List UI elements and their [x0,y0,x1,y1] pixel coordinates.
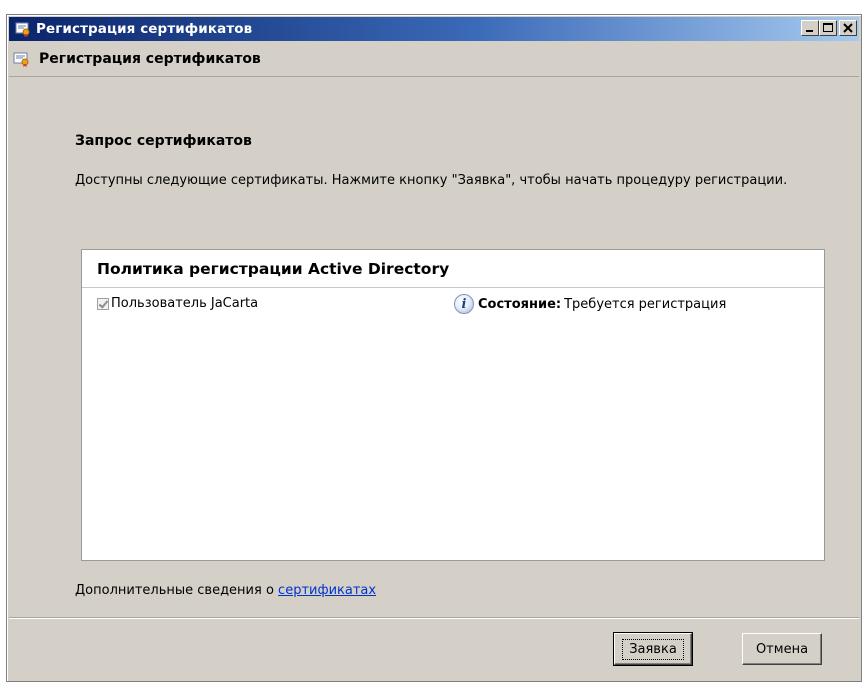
maximize-button[interactable] [819,20,837,36]
certificate-status: i Состояние: Требуется регистрация [454,294,726,314]
close-button[interactable] [839,20,857,36]
cancel-button-label: Отмена [755,641,809,657]
certificate-name: Пользователь JaCarta [111,296,259,311]
minimize-icon [806,30,813,32]
certificate-icon [13,51,29,67]
enroll-button[interactable]: Заявка [613,632,693,666]
divider [82,287,824,288]
certificate-list[interactable]: Политика регистрации Active Directory По… [81,249,825,561]
window-title: Регистрация сертификатов [36,21,253,37]
status-value: Требуется регистрация [564,296,727,312]
window-controls [801,20,857,36]
title-bar[interactable]: Регистрация сертификатов [9,17,859,41]
status-label: Состояние: [478,296,562,312]
section-title: Запрос сертификатов [75,133,252,149]
close-icon [843,23,853,33]
certificate-icon [15,21,31,37]
more-info: Дополнительные сведения о сертификатах [75,583,376,598]
policy-title: Политика регистрации Active Directory [97,260,450,278]
cancel-button[interactable]: Отмена [742,633,822,665]
maximize-icon [823,23,833,32]
minimize-button[interactable] [801,20,819,36]
wizard-title: Регистрация сертификатов [39,51,261,67]
enrollment-window: Регистрация сертификатов Регистрация сер… [6,14,862,682]
description-text: Доступны следующие сертификаты. Нажмите … [75,173,788,188]
enroll-button-label: Заявка [622,638,684,660]
wizard-content: Запрос сертификатов Доступны следующие с… [9,77,859,618]
info-icon[interactable]: i [454,294,474,314]
list-item[interactable]: Пользователь JaCarta [97,296,258,311]
more-info-text: Дополнительные сведения о [75,583,279,598]
certificates-link[interactable]: сертификатах [278,583,376,598]
wizard-header: Регистрация сертификатов [9,42,859,77]
certificate-checkbox[interactable] [97,297,109,310]
